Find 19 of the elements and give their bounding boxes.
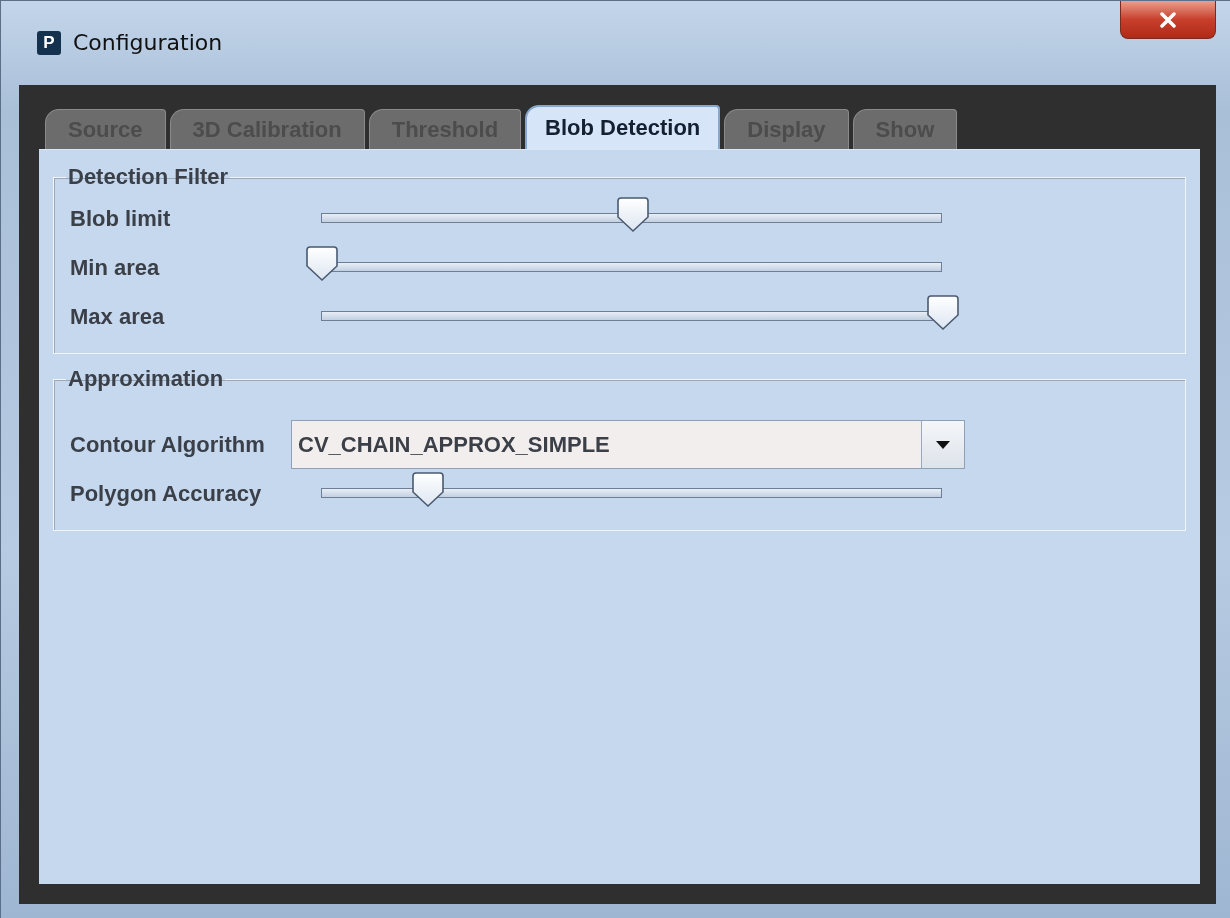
field-label: Polygon Accuracy xyxy=(70,480,263,507)
slider-thumb[interactable] xyxy=(410,471,445,508)
field-label: Max area xyxy=(70,303,166,330)
dropdown[interactable]: CV_CHAIN_APPROX_SIMPLE xyxy=(291,420,965,469)
close-button[interactable] xyxy=(1120,1,1216,39)
slider-thumb[interactable] xyxy=(615,196,650,233)
slider-thumb[interactable] xyxy=(926,294,960,331)
slider-thumb[interactable] xyxy=(305,245,339,282)
field-label: Contour Algorithm xyxy=(70,431,266,458)
field-label: Min area xyxy=(70,254,161,281)
close-icon xyxy=(1159,11,1177,28)
window-title: Configuration xyxy=(73,31,223,55)
app-icon: P xyxy=(37,31,61,55)
dropdown-value: CV_CHAIN_APPROX_SIMPLE xyxy=(297,430,611,459)
caret-icon xyxy=(935,439,951,450)
tab[interactable]: Blob Detection xyxy=(525,105,721,149)
field-label: Blob limit xyxy=(70,205,172,232)
group-title: Detection Filter xyxy=(67,164,230,190)
group-title: Approximation xyxy=(67,366,225,392)
